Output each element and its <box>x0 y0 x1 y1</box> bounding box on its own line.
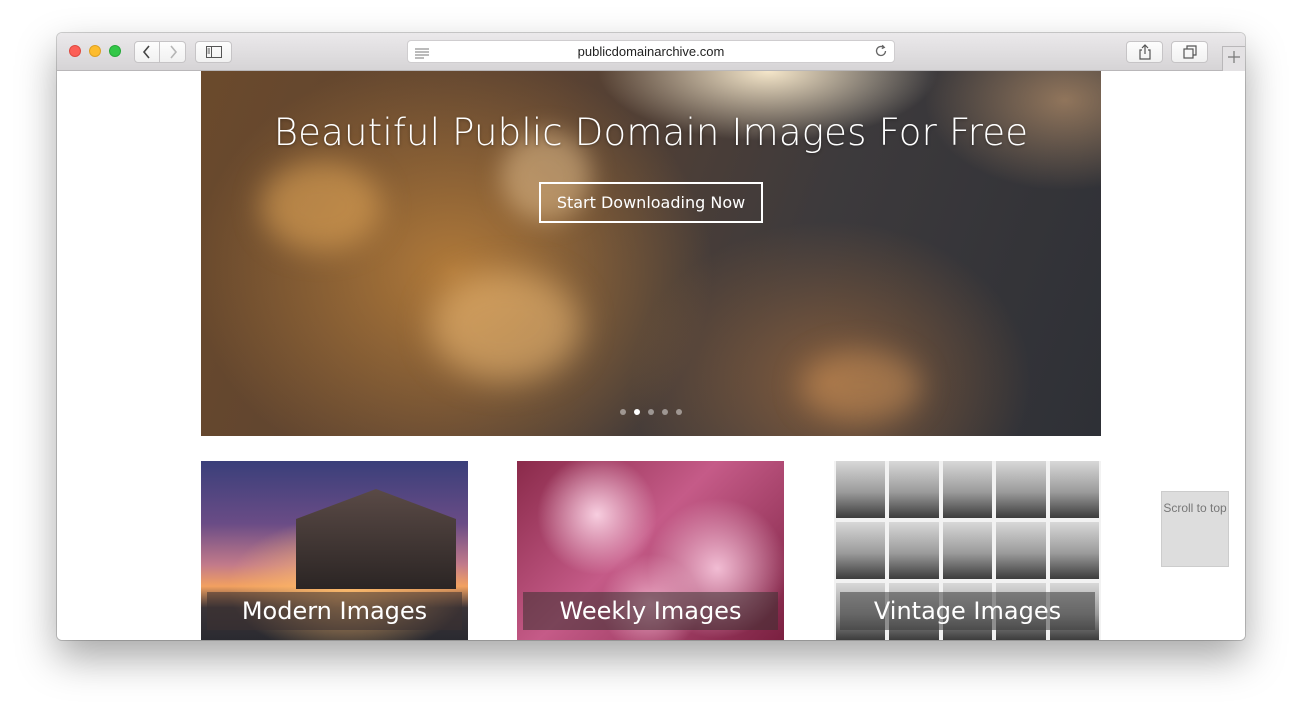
minimize-window-button[interactable] <box>89 45 101 57</box>
chevron-left-icon <box>142 45 152 59</box>
address-bar[interactable]: publicdomainarchive.com <box>407 40 895 63</box>
slider-dot[interactable] <box>676 409 682 415</box>
modern-images-card[interactable]: Modern Images <box>201 461 468 640</box>
vintage-images-card[interactable]: Vintage Images <box>834 461 1101 640</box>
vintage-photo-tile <box>889 522 939 579</box>
vintage-photo-tile <box>996 461 1046 518</box>
vintage-photo-tile <box>889 461 939 518</box>
hero-flower-blur <box>261 161 381 251</box>
hero-slider[interactable]: Beautiful Public Domain Images For Free … <box>201 71 1101 436</box>
slider-dot-active[interactable] <box>634 409 640 415</box>
tabs-overview-icon <box>1182 45 1197 59</box>
forward-button[interactable] <box>160 41 186 63</box>
reload-icon[interactable] <box>874 44 888 63</box>
house-photo <box>296 489 456 589</box>
browser-toolbar: publicdomainarchive.com <box>57 33 1245 71</box>
hero-flower-blur <box>431 271 581 381</box>
browser-window: publicdomainarchive.com Beautiful Public… <box>57 33 1245 640</box>
card-label[interactable]: Vintage Images <box>840 592 1095 630</box>
new-tab-button[interactable] <box>1222 46 1245 71</box>
scroll-to-top-button[interactable]: Scroll to top <box>1161 491 1229 567</box>
plus-icon <box>1228 50 1240 68</box>
share-button[interactable] <box>1126 41 1163 63</box>
slider-dot[interactable] <box>620 409 626 415</box>
vintage-photo-tile <box>1049 522 1099 579</box>
share-icon <box>1138 44 1152 60</box>
card-label[interactable]: Modern Images <box>207 592 462 630</box>
tab-overview-button[interactable] <box>1171 41 1208 63</box>
vintage-photo-tile <box>942 522 993 579</box>
chevron-right-icon <box>168 45 178 59</box>
close-window-button[interactable] <box>69 45 81 57</box>
slider-dots <box>201 409 1101 415</box>
weekly-images-card[interactable]: Weekly Images <box>517 461 784 640</box>
vintage-photo-tile <box>836 461 886 518</box>
page-content: Beautiful Public Domain Images For Free … <box>57 71 1245 640</box>
vintage-photo-tile <box>836 522 886 579</box>
hero-title: Beautiful Public Domain Images For Free <box>273 111 1029 154</box>
url-text[interactable]: publicdomainarchive.com <box>408 41 894 62</box>
back-button[interactable] <box>134 41 160 63</box>
sidebar-icon <box>205 46 222 58</box>
slider-dot[interactable] <box>662 409 668 415</box>
slider-dot[interactable] <box>648 409 654 415</box>
zoom-window-button[interactable] <box>109 45 121 57</box>
vintage-photo-tile <box>996 522 1046 579</box>
sidebar-toggle-button[interactable] <box>195 41 232 63</box>
vintage-photo-tile <box>942 461 993 518</box>
vintage-photo-tile <box>1049 461 1099 518</box>
card-label[interactable]: Weekly Images <box>523 592 778 630</box>
start-downloading-button[interactable]: Start Downloading Now <box>539 182 763 223</box>
